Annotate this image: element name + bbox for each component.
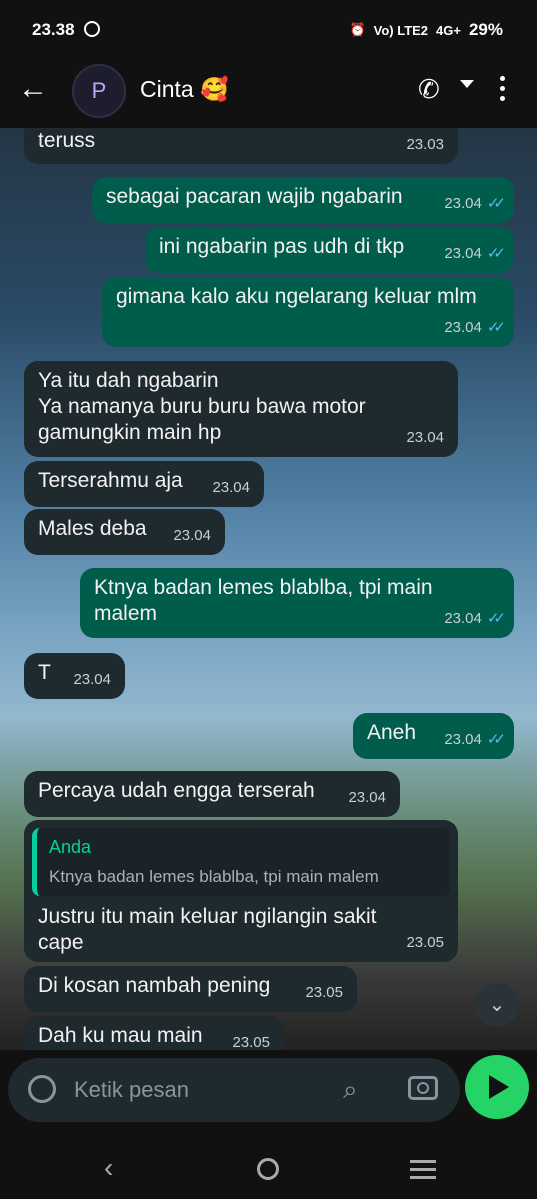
composer: Ketik pesan ⌕ — [0, 1050, 537, 1140]
chat-header: ← P Cinta 🥰 ✆ — [0, 60, 537, 128]
more-vertical-icon[interactable] — [500, 76, 506, 101]
message-text: Di kosan nambah pening — [38, 974, 271, 997]
message-time: 23.04 — [444, 245, 482, 262]
message-text: sebagai pacaran wajib ngabarin — [106, 185, 403, 208]
message-meta: 23.04 ✓✓ — [444, 191, 506, 217]
message-time: 23.04 — [444, 319, 482, 336]
message-incoming[interactable]: Di kosan nambah pening 23.05 — [24, 966, 357, 1012]
message-placeholder: Ketik pesan — [74, 1077, 189, 1102]
message-time: 23.05 — [305, 984, 343, 1001]
double-check-icon: ✓✓ — [486, 731, 506, 748]
double-check-icon: ✓✓ — [486, 319, 506, 336]
double-check-icon: ✓✓ — [486, 610, 506, 627]
nav-back-icon[interactable]: ‹ — [104, 1152, 113, 1184]
message-time: 23.04 — [173, 527, 211, 544]
status-bar: 23.38 ⏰ Vo) LTE2 4G+ 29% — [0, 0, 537, 60]
message-time: 23.04 — [212, 479, 250, 496]
signal-lte: Vo) LTE2 — [373, 22, 429, 38]
message-incoming[interactable]: Dah ku mau main 23.05 — [24, 1016, 284, 1050]
message-meta: 23.04 — [73, 667, 111, 693]
message-meta: 23.05 — [305, 980, 343, 1006]
arrow-left-icon[interactable]: ← — [18, 74, 48, 104]
message-meta: 23.04 ✓✓ — [444, 315, 506, 341]
status-icons: ⏰ Vo) LTE2 4G+ 29% — [349, 20, 503, 40]
message-meta: 23.03 — [406, 132, 444, 158]
status-time: 23.38 — [32, 20, 75, 39]
message-text: teruss — [38, 129, 96, 152]
message-time: 23.04 — [348, 789, 386, 806]
message-list[interactable]: teruss 23.03 sebagai pacaran wajib ngaba… — [0, 128, 537, 1050]
quote-author: Anda — [49, 837, 92, 857]
message-incoming[interactable]: teruss 23.03 — [24, 128, 458, 164]
message-time: 23.04 — [444, 610, 482, 627]
message-meta: 23.04 — [212, 475, 250, 501]
message-outgoing[interactable]: Aneh 23.04 ✓✓ — [353, 713, 514, 759]
battery-level: 29% — [468, 20, 503, 39]
message-incoming[interactable]: Ya itu dah ngabarin Ya namanya buru buru… — [24, 361, 458, 457]
message-time: 23.04 — [444, 195, 482, 212]
camera-icon[interactable] — [408, 1076, 438, 1100]
signal-4g: 4G+ — [436, 22, 461, 38]
sticker-icon[interactable] — [28, 1075, 56, 1103]
system-nav-bar: ‹ — [0, 1140, 537, 1199]
message-incoming[interactable]: Terserahmu aja 23.04 — [24, 461, 264, 507]
message-outgoing[interactable]: ini ngabarin pas udh di tkp 23.04 ✓✓ — [145, 227, 514, 273]
avatar-letter: P — [91, 78, 107, 103]
message-meta: 23.05 — [406, 930, 444, 956]
nav-recent-icon[interactable] — [410, 1160, 436, 1179]
double-check-icon: ✓✓ — [486, 195, 506, 212]
message-text: Ya itu dah ngabarin Ya namanya buru buru… — [38, 369, 366, 444]
chevron-double-down-icon[interactable]: ⌄ — [475, 983, 519, 1027]
message-meta: 23.04 — [406, 425, 444, 451]
contact-name[interactable]: Cinta 🥰 — [140, 76, 229, 103]
reply-quote[interactable]: Anda Ktnya badan lemes blablba, tpi main… — [32, 828, 450, 896]
message-meta: 23.04 — [173, 523, 211, 549]
message-time: 23.04 — [73, 671, 111, 688]
send-icon[interactable] — [465, 1055, 529, 1119]
message-outgoing[interactable]: sebagai pacaran wajib ngabarin 23.04 ✓✓ — [92, 177, 514, 223]
message-time: 23.04 — [444, 731, 482, 748]
paperclip-icon[interactable]: ⌕ — [343, 1074, 358, 1106]
message-text: Percaya udah engga terserah — [38, 779, 315, 802]
message-outgoing[interactable]: Ktnya badan lemes blablba, tpi main male… — [80, 568, 514, 638]
phone-icon[interactable]: ✆ — [418, 74, 440, 105]
message-incoming[interactable]: T 23.04 — [24, 653, 125, 699]
message-time: 23.05 — [406, 934, 444, 951]
avatar[interactable]: P — [72, 64, 126, 118]
message-time: 23.03 — [406, 136, 444, 153]
message-text: Ktnya badan lemes blablba, tpi main male… — [94, 576, 433, 625]
alarm-icon: ⏰ — [349, 22, 366, 37]
message-incoming[interactable]: Percaya udah engga terserah 23.04 — [24, 771, 400, 817]
message-meta: 23.04 — [348, 785, 386, 811]
nav-home-icon[interactable] — [257, 1158, 279, 1180]
message-meta: 23.04 ✓✓ — [444, 606, 506, 632]
message-meta: 23.04 ✓✓ — [444, 241, 506, 267]
quote-text: Ktnya badan lemes blablba, tpi main male… — [49, 867, 379, 886]
message-outgoing[interactable]: gimana kalo aku ngelarang keluar mlm 23.… — [102, 277, 514, 347]
message-meta: 23.04 ✓✓ — [444, 727, 506, 753]
message-meta: 23.05 — [232, 1030, 270, 1050]
chevron-down-icon[interactable] — [460, 80, 474, 88]
message-text: gimana kalo aku ngelarang keluar mlm — [116, 285, 477, 308]
message-incoming-reply[interactable]: Anda Ktnya badan lemes blablba, tpi main… — [24, 820, 458, 962]
message-time: 23.04 — [406, 429, 444, 446]
message-time: 23.05 — [232, 1034, 270, 1050]
message-incoming[interactable]: Males deba 23.04 — [24, 509, 225, 555]
message-input[interactable]: Ketik pesan ⌕ — [8, 1058, 460, 1122]
message-text: Justru itu main keluar ngilangin sakit c… — [38, 905, 377, 954]
double-check-icon: ✓✓ — [486, 245, 506, 262]
whatsapp-notification-icon — [84, 21, 100, 37]
